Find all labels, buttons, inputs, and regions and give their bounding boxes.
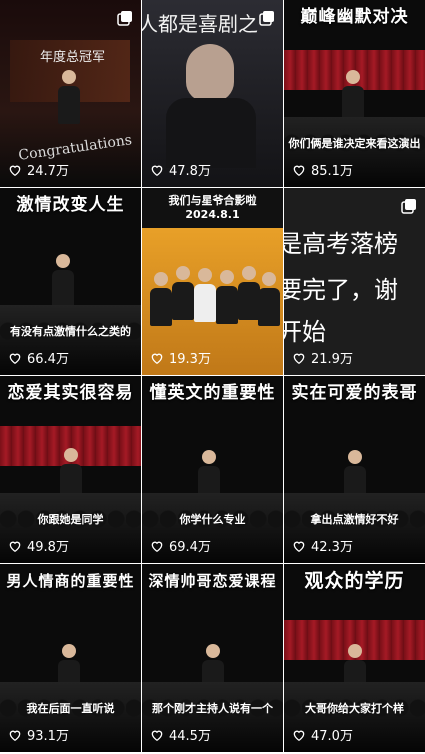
person (172, 266, 194, 320)
video-tile-8[interactable]: 懂英文的重要性 你学什么专业 69.4万 (142, 376, 283, 563)
performer (342, 70, 364, 124)
like-count: 93.1万 (8, 725, 69, 744)
video-title: 恋爱其实很容易 (7, 383, 134, 403)
like-count-text: 93.1万 (27, 729, 69, 744)
heart-icon (293, 165, 305, 176)
overlay-line-3: 开始 (284, 318, 326, 346)
video-title: 实在可爱的表哥 (291, 383, 418, 403)
overlay-line-2: 要完了，谢 (284, 276, 398, 304)
like-count: 49.8万 (8, 536, 69, 555)
banner-text: 我们与星爷合影啦 (168, 194, 257, 207)
video-subtitle: 你学什么专业 (179, 513, 246, 526)
heart-icon (151, 165, 163, 176)
like-count-text: 66.4万 (27, 352, 69, 367)
like-count-text: 19.3万 (169, 352, 211, 367)
video-subtitle: 有没有点激情什么之类的 (10, 325, 131, 338)
video-title: 男人情商的重要性 (6, 572, 135, 590)
like-count: 21.9万 (292, 348, 353, 367)
banner-date: 2024.8.1 (185, 208, 240, 221)
like-count: 24.7万 (8, 160, 69, 179)
like-count-text: 69.4万 (169, 540, 211, 555)
video-subtitle: 那个刚才主持人说有一个 (152, 702, 273, 715)
like-count-text: 47.0万 (311, 729, 353, 744)
video-tile-12[interactable]: 观众的学历 大哥你给大家打个样 47.0万 (284, 564, 425, 752)
video-title: 深情帅哥恋爱课程 (148, 572, 277, 590)
like-count: 47.0万 (292, 725, 353, 744)
video-subtitle: 拿出点激情好不好 (310, 513, 399, 526)
video-tile-2[interactable]: 人都是喜剧之 47.8万 (142, 0, 283, 187)
video-subtitle: 大哥你给大家打个样 (305, 702, 404, 715)
like-count: 44.5万 (150, 725, 211, 744)
like-count-text: 44.5万 (169, 729, 211, 744)
heart-icon (151, 541, 163, 552)
performer-face (186, 44, 234, 102)
video-tile-4[interactable]: 激情改变人生 有没有点激情什么之类的 66.4万 (0, 188, 141, 375)
like-count: 85.1万 (292, 160, 353, 179)
multi-image-icon (259, 11, 274, 26)
video-subtitle: 我在后面一直听说 (26, 702, 115, 715)
person (216, 270, 238, 324)
person (150, 272, 172, 326)
like-count: 66.4万 (8, 348, 69, 367)
video-grid: 年度总冠军 Congratulations 24.7万 人都是喜剧之 47.8万… (0, 0, 425, 754)
video-tile-5[interactable]: 我们与星爷合影啦 2024.8.1 19.3万 (142, 188, 283, 375)
video-tile-9[interactable]: 实在可爱的表哥 拿出点激情好不好 42.3万 (284, 376, 425, 563)
performer (58, 70, 80, 124)
video-subtitle: 你们俩是谁决定来看这演出 (288, 137, 421, 150)
heart-icon (151, 353, 163, 364)
like-count-text: 47.8万 (169, 164, 211, 179)
heart-icon (293, 353, 305, 364)
video-tile-6[interactable]: 是高考落榜 要完了，谢 开始 21.9万 (284, 188, 425, 375)
like-count: 47.8万 (150, 160, 211, 179)
person (238, 266, 260, 320)
heart-icon (151, 730, 163, 741)
multi-image-icon (401, 199, 416, 214)
video-title: 观众的学历 (304, 570, 405, 592)
video-title: 激情改变人生 (16, 195, 125, 215)
video-tile-11[interactable]: 深情帅哥恋爱课程 那个刚才主持人说有一个 44.5万 (142, 564, 283, 752)
like-count: 69.4万 (150, 536, 211, 555)
heart-icon (293, 730, 305, 741)
heart-icon (9, 353, 21, 364)
heart-icon (9, 541, 21, 552)
performer (52, 254, 74, 308)
heart-icon (9, 730, 21, 741)
like-count-text: 21.9万 (311, 352, 353, 367)
like-count: 19.3万 (150, 348, 211, 367)
video-title: 懂英文的重要性 (149, 383, 276, 403)
like-count-text: 24.7万 (27, 164, 69, 179)
performer-body (166, 98, 256, 168)
video-tile-1[interactable]: 年度总冠军 Congratulations 24.7万 (0, 0, 141, 187)
video-subtitle: 你跟她是同学 (37, 513, 104, 526)
person (258, 272, 280, 326)
overlay-line-1: 是高考落榜 (284, 230, 398, 258)
heart-icon (293, 541, 305, 552)
video-tile-10[interactable]: 男人情商的重要性 我在后面一直听说 93.1万 (0, 564, 141, 752)
person (194, 268, 216, 322)
video-title: 巅峰幽默对决 (300, 7, 409, 27)
like-count-text: 49.8万 (27, 540, 69, 555)
multi-image-icon (117, 11, 132, 26)
video-tile-7[interactable]: 恋爱其实很容易 你跟她是同学 49.8万 (0, 376, 141, 563)
like-count-text: 42.3万 (311, 540, 353, 555)
banner-text: 年度总冠军 (40, 50, 106, 65)
like-count-text: 85.1万 (311, 164, 353, 179)
like-count: 42.3万 (292, 536, 353, 555)
heart-icon (9, 165, 21, 176)
overlay-text: 人都是喜剧之 (142, 12, 258, 36)
video-tile-3[interactable]: 巅峰幽默对决 你们俩是谁决定来看这演出 85.1万 (284, 0, 425, 187)
